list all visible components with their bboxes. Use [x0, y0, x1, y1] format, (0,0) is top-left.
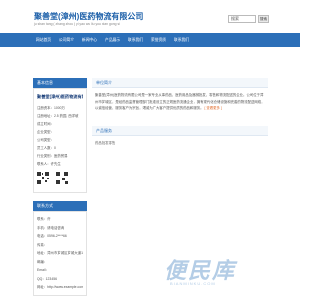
info-row: 成立时间： — [37, 122, 54, 126]
search-input[interactable]: 搜索 — [228, 15, 256, 23]
watermark-subtext: BIANMINKU.COM — [170, 281, 216, 286]
nav-item-honors[interactable]: 荣誉资质 — [147, 33, 170, 47]
contact-info: 联系：许 手机：请电话咨询 电话：0596-2****66 传真： 地址：漳州市… — [33, 211, 87, 296]
contact-row: 电话：0596-2****66 — [37, 234, 67, 238]
nav-item-contact[interactable]: 联系我们 — [124, 33, 147, 47]
contact-row: 邮编： — [37, 259, 48, 264]
products-header: 产品服务 — [92, 125, 268, 136]
contact-title: 联系方式 — [33, 201, 87, 211]
site-title[interactable]: 聚善堂(漳州)医药物流有限公司 — [34, 11, 143, 22]
sidebar-title: 基本信息 — [33, 78, 87, 88]
nav-item-news[interactable]: 新闻中心 — [78, 33, 101, 47]
header: 聚善堂(漳州)医药物流有限公司 ju shan tang ( zhang zho… — [0, 0, 300, 33]
site-subtitle: ju shan tang ( zhang zhou ) yi yao wu li… — [34, 22, 120, 26]
nav-item-about[interactable]: 公司简介 — [55, 33, 78, 47]
contact-row: 手机：请电话咨询 — [37, 225, 65, 230]
intro-title: 单位简介 — [96, 80, 112, 85]
main-nav: 网站首页 公司简介 新闻中心 产品展示 联系我们 荣誉资质 联系我们 — [0, 33, 300, 47]
nav-item-contact-2[interactable]: 联系我们 — [170, 33, 193, 47]
products-title: 产品服务 — [96, 127, 112, 133]
info-row: 公司类型： — [37, 138, 54, 142]
contact-row: 传真： — [37, 242, 48, 247]
nav-item-home[interactable]: 网站首页 — [32, 33, 55, 47]
contact-row[interactable]: 网址：http://www.example.com — [37, 283, 83, 292]
products-text: 药品批发零售 — [95, 140, 116, 145]
contact-row: 联系：许 — [37, 217, 51, 221]
sidebar-company-name: 聚善堂(漳州)医药物流有限公司 — [37, 94, 83, 99]
main-content: 单位简介 聚善堂(漳州)医药物流有限公司是一家专业从事药品、医药用品及器械批发、… — [92, 78, 268, 149]
info-row: 联系人：许先生 — [37, 162, 61, 166]
nav-item-products[interactable]: 产品展示 — [101, 33, 124, 47]
info-row: 企业类型： — [37, 130, 54, 134]
info-row: 行业类别：医药贸易 — [37, 154, 68, 158]
sidebar-info: 聚善堂(漳州)医药物流有限公司 注册资本：1000万 注册地址：2.5 药园, … — [33, 88, 87, 193]
intro-body: 聚善堂(漳州)医药物流有限公司是一家专业从事药品、医药用品及器械批发、零售和物流… — [95, 93, 265, 110]
info-row: 注册资本：1000万 — [37, 106, 65, 110]
intro-header: 单位简介 — [92, 78, 268, 88]
qr-code-icon — [37, 172, 49, 184]
info-row: 员工人数：0 — [37, 146, 56, 150]
sidebar: 基本信息 聚善堂(漳州)医药物流有限公司 注册资本：1000万 注册地址：2.5… — [33, 78, 87, 296]
intro-text: 聚善堂(漳州)医药物流有限公司是一家专业从事药品、医药用品及器械批发、零售和物流… — [92, 88, 268, 116]
search-button[interactable]: 搜索 — [258, 15, 269, 23]
page: 聚善堂(漳州)医药物流有限公司 ju shan tang ( zhang zho… — [0, 0, 300, 300]
contact-row: QQ：123456 — [37, 276, 57, 281]
info-row: 注册地址：2.5 药园, 西洋坡 — [37, 114, 79, 118]
watermark-logo: 便民库 BIANMINKU.COM — [164, 253, 284, 289]
wechat-qr-icon — [56, 172, 69, 184]
contact-row: 地址：漳州市芗城区芗城大道100号 — [37, 251, 83, 255]
contact-row: Email： — [37, 268, 49, 272]
more-link[interactable]: [ 查看更多 ] — [204, 106, 221, 110]
